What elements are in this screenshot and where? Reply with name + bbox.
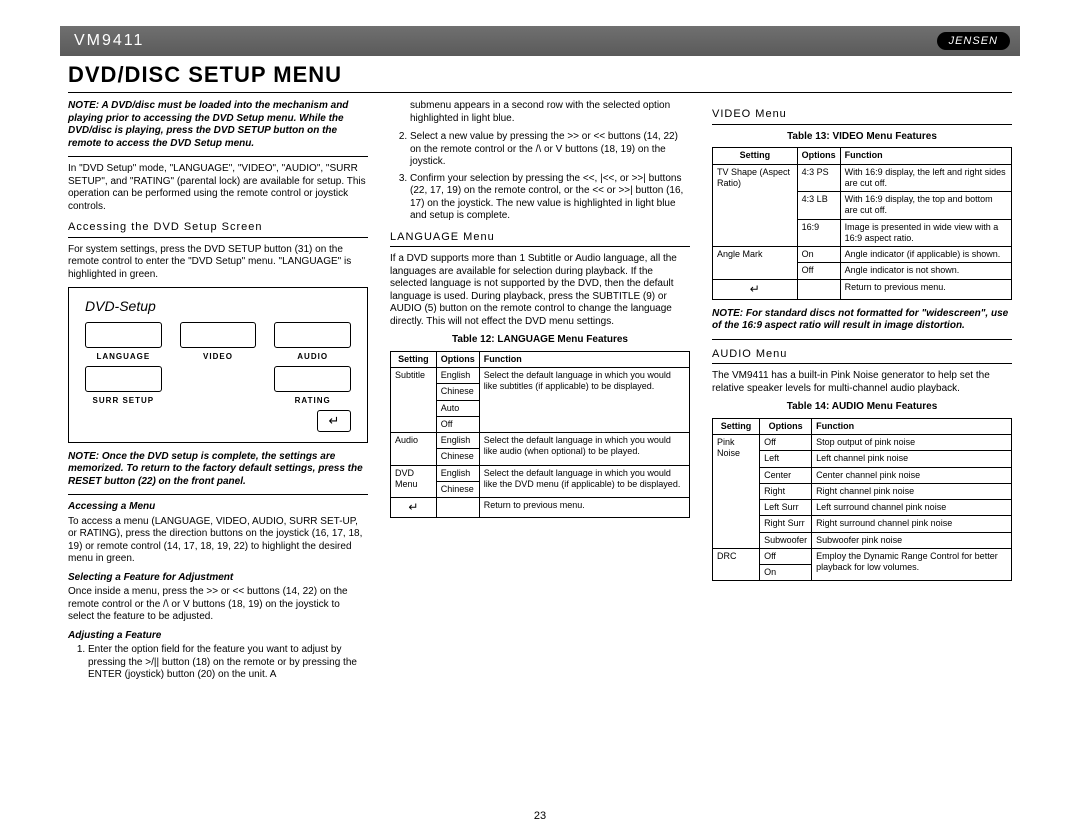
table14-caption: Table 14: AUDIO Menu Features [712, 401, 1012, 414]
adjust-step-1: Enter the option field for the feature y… [88, 644, 368, 682]
column-1: NOTE: A DVD/disc must be loaded into the… [68, 100, 368, 688]
subhead-selecting-feature: Selecting a Feature for Adjustment [68, 572, 368, 585]
content-columns: NOTE: A DVD/disc must be loaded into the… [68, 100, 1012, 688]
return-icon: ↵ [317, 410, 351, 432]
accessing-menu-text: To access a menu (LANGUAGE, VIDEO, AUDIO… [68, 516, 368, 566]
audio-menu-text: The VM9411 has a built-in Pink Noise gen… [712, 370, 1012, 395]
heading-accessing-setup: Accessing the DVD Setup Screen [68, 221, 368, 235]
adjusting-list-col1: Enter the option field for the feature y… [68, 644, 368, 682]
cell-dvdmenu: DVD Menu [391, 465, 437, 498]
accessing-setup-text: For system settings, press the DVD SETUP… [68, 244, 368, 282]
brand-logo: JENSEN [937, 32, 1010, 50]
table-audio-features: Setting Options Function Pink Noise Off … [712, 418, 1012, 582]
subhead-accessing-menu: Accessing a Menu [68, 501, 368, 514]
divider [68, 156, 368, 157]
title-rule [68, 92, 1012, 93]
language-menu-text: If a DVD supports more than 1 Subtitle o… [390, 253, 690, 328]
selecting-feature-text: Once inside a menu, press the >> or << b… [68, 586, 368, 624]
adjust-step-1-cont: submenu appears in a second row with the… [410, 100, 690, 125]
divider [390, 246, 690, 247]
column-2: submenu appears in a second row with the… [390, 100, 690, 688]
table-video-features: Setting Options Function TV Shape (Aspec… [712, 147, 1012, 299]
adjust-step-2: Select a new value by pressing the >> or… [410, 131, 690, 169]
divider [712, 363, 1012, 364]
tile-audio: AUDIO [274, 322, 351, 362]
model-number: VM9411 [74, 32, 144, 50]
tile-video: VIDEO [180, 322, 257, 362]
cell-subtitle: Subtitle [391, 368, 437, 433]
tile-rating: RATING [274, 366, 351, 406]
note-widescreen: NOTE: For standard discs not formatted f… [712, 308, 1012, 333]
note-load-disc: NOTE: A DVD/disc must be loaded into the… [68, 100, 368, 150]
table12-caption: Table 12: LANGUAGE Menu Features [390, 334, 690, 347]
heading-video-menu: VIDEO Menu [712, 108, 1012, 122]
heading-audio-menu: AUDIO Menu [712, 348, 1012, 362]
divider [712, 124, 1012, 125]
tile-blank [180, 366, 257, 406]
cell-audio: Audio [391, 433, 437, 466]
subhead-adjusting-feature: Adjusting a Feature [68, 630, 368, 643]
page-title: Dvd/Disc Setup Menu [68, 62, 342, 88]
diagram-title: DVD-Setup [85, 298, 351, 316]
adjust-step-3: Confirm your selection by pressing the <… [410, 173, 690, 223]
return-icon: ↵ [713, 279, 798, 299]
heading-language-menu: LANGUAGE Menu [390, 231, 690, 245]
table-language-features: Setting Options Function Subtitle Englis… [390, 351, 690, 518]
th-options: Options [436, 351, 479, 367]
page-number: 23 [0, 810, 1080, 822]
tile-surr-setup: SURR SETUP [85, 366, 162, 406]
divider [68, 237, 368, 238]
table13-caption: Table 13: VIDEO Menu Features [712, 131, 1012, 144]
adjusting-list-col2: Select a new value by pressing the >> or… [390, 131, 690, 223]
dvd-setup-diagram: DVD-Setup LANGUAGE VIDEO AUDIO SURR SETU… [68, 287, 368, 443]
return-icon: ↵ [391, 498, 437, 518]
th-function: Function [479, 351, 689, 367]
note-reset: NOTE: Once the DVD setup is complete, th… [68, 451, 368, 489]
divider [712, 339, 1012, 340]
tile-language: LANGUAGE [85, 322, 162, 362]
th-setting: Setting [391, 351, 437, 367]
divider [68, 494, 368, 495]
header-bar: VM9411 JENSEN [60, 26, 1020, 56]
column-3: VIDEO Menu Table 13: VIDEO Menu Features… [712, 100, 1012, 688]
intro-paragraph: In "DVD Setup" mode, "LANGUAGE", "VIDEO"… [68, 163, 368, 213]
